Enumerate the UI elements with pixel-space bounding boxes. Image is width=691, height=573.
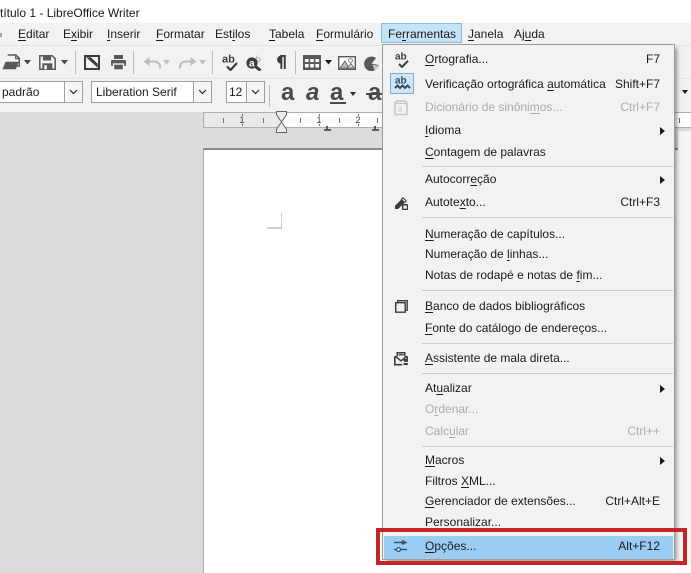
- svg-text:a: a: [249, 59, 255, 70]
- svg-text:a: a: [398, 105, 403, 114]
